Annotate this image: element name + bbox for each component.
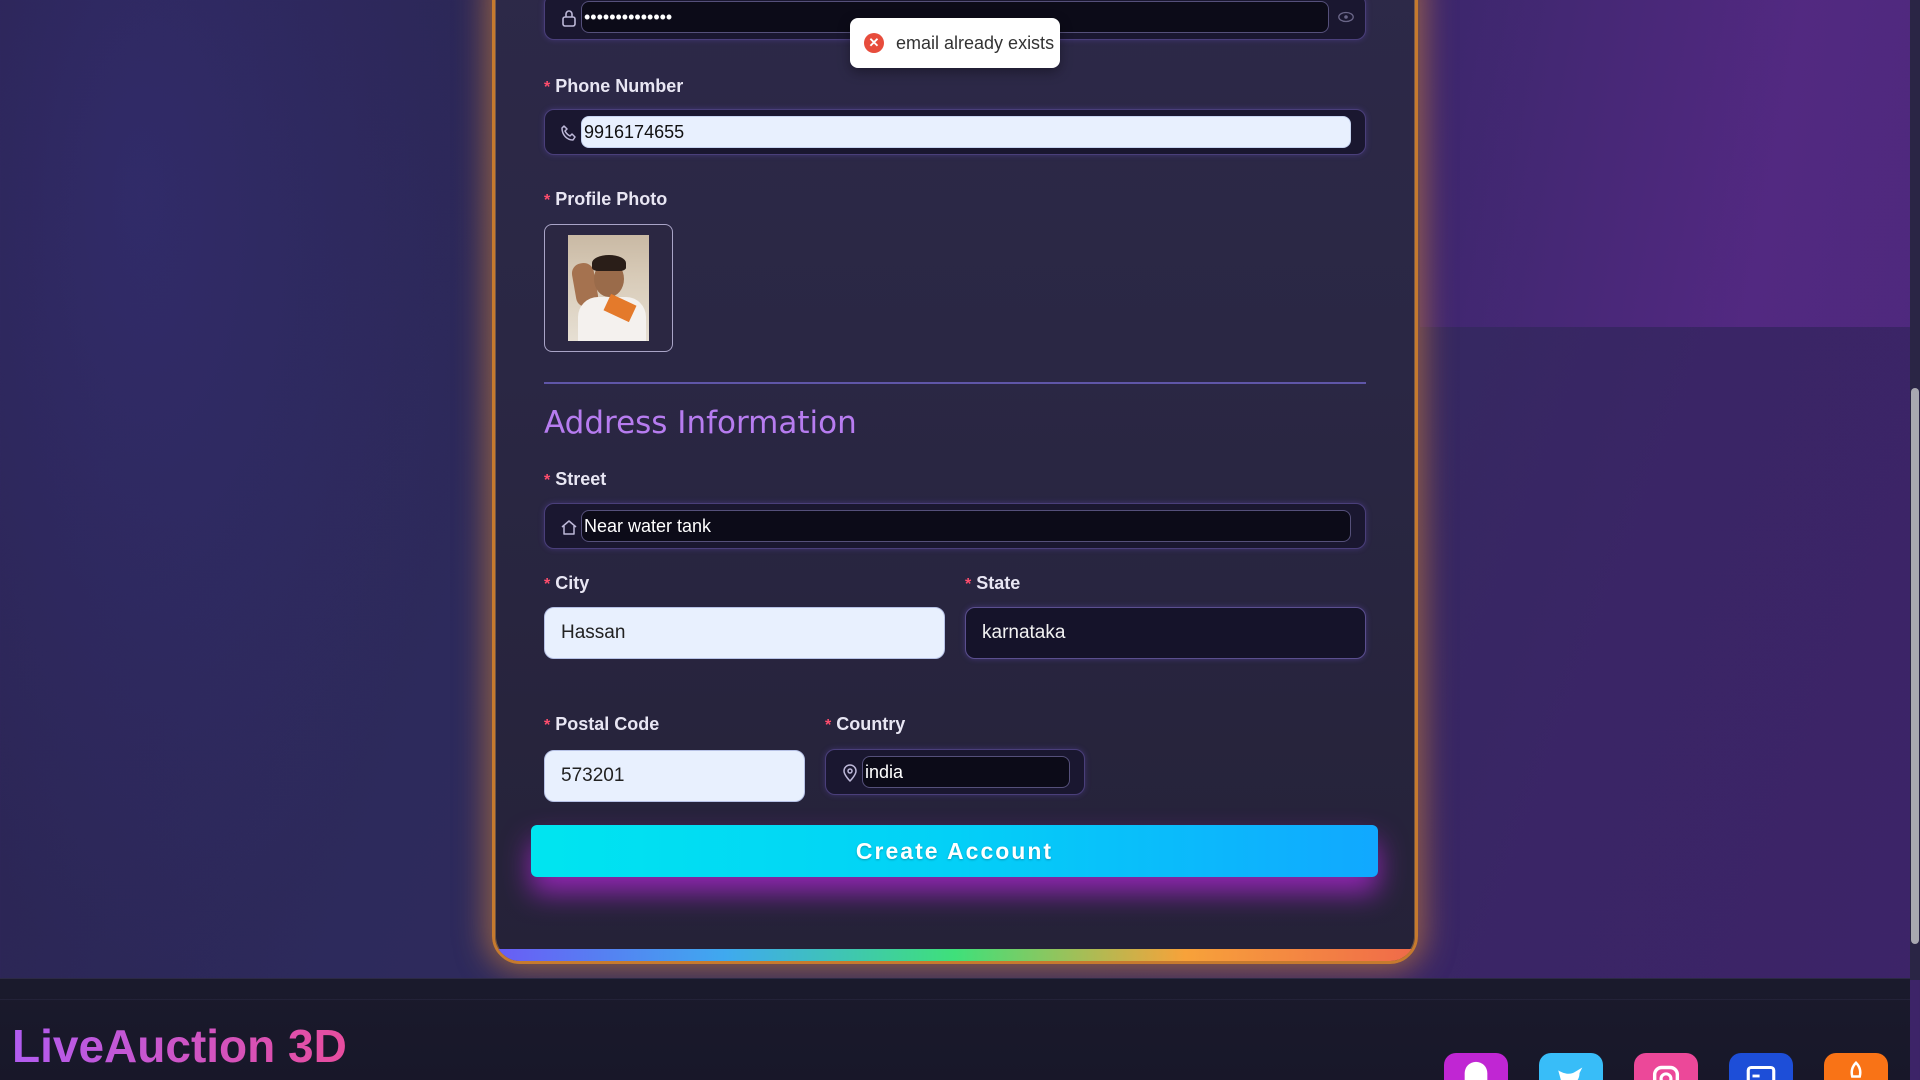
street-field: Near water tank [544,503,1366,549]
postal-code-input[interactable]: 573201 [544,750,805,802]
toast-message: email already exists [896,32,1055,53]
phone-input[interactable]: 9916174655 [581,116,1351,148]
browser-icon [1746,1065,1776,1080]
required-marker: * [544,79,551,96]
required-marker: * [544,576,551,593]
required-marker: * [544,192,551,209]
state-input[interactable]: karnataka [965,607,1366,659]
rocket-link[interactable] [1824,1053,1888,1080]
lock-icon [562,10,576,27]
twitter-link[interactable] [1539,1053,1603,1080]
photo-label: * Profile Photo [544,189,668,209]
country-label: * Country [825,714,906,734]
state-value: karnataka [982,622,1066,643]
eye-icon[interactable] [1337,8,1355,26]
x-icon: ✕ [864,33,884,53]
location-pin-icon [843,764,857,783]
country-input[interactable]: india [862,756,1070,788]
city-value: Hassan [561,622,626,643]
required-marker: * [965,576,972,593]
phone-label: * Phone Number [544,76,684,96]
country-field: india [825,749,1085,795]
phone-value: 9916174655 [584,121,685,142]
error-toast: ✕ email already exists [850,18,1060,68]
create-account-button[interactable]: Create Account [531,825,1378,877]
password-value: •••••••••••••• [584,6,673,27]
background-panel [1420,0,1910,327]
city-input[interactable]: Hassan [544,607,945,659]
scrollbar-track[interactable] [1910,0,1920,980]
footer-brand[interactable]: LiveAuction 3D [12,1019,347,1073]
street-input[interactable]: Near water tank [581,510,1351,542]
street-label: * Street [544,469,607,489]
section-divider [544,382,1366,384]
github-icon [1464,1061,1488,1080]
background-glow [0,0,470,980]
twitter-icon [1558,1067,1583,1080]
postal-code-value: 573201 [561,765,625,786]
rocket-icon [1850,1060,1862,1078]
required-marker: * [825,717,832,734]
photo-hair [592,255,626,271]
country-value: india [865,761,904,782]
postal-code-label: * Postal Code [544,714,660,734]
address-section-title: Address Information [544,405,857,441]
home-icon [561,520,577,535]
phone-icon [561,125,576,141]
required-marker: * [544,472,551,489]
profile-photo-upload[interactable] [544,224,673,352]
github-link[interactable] [1444,1053,1508,1080]
street-value: Near water tank [584,515,712,536]
card-rainbow-bar [495,949,1415,961]
scrollbar-thumb[interactable] [1911,388,1919,944]
profile-photo [568,235,649,341]
phone-field: 9916174655 [544,109,1366,155]
city-label: * City [544,573,590,593]
instagram-icon [1652,1065,1680,1080]
required-marker: * [544,717,551,734]
footer: LiveAuction 3D [0,978,1910,1080]
instagram-link[interactable] [1634,1053,1698,1080]
footer-divider [0,999,1910,1000]
state-label: * State [965,573,1021,593]
website-link[interactable] [1729,1053,1793,1080]
